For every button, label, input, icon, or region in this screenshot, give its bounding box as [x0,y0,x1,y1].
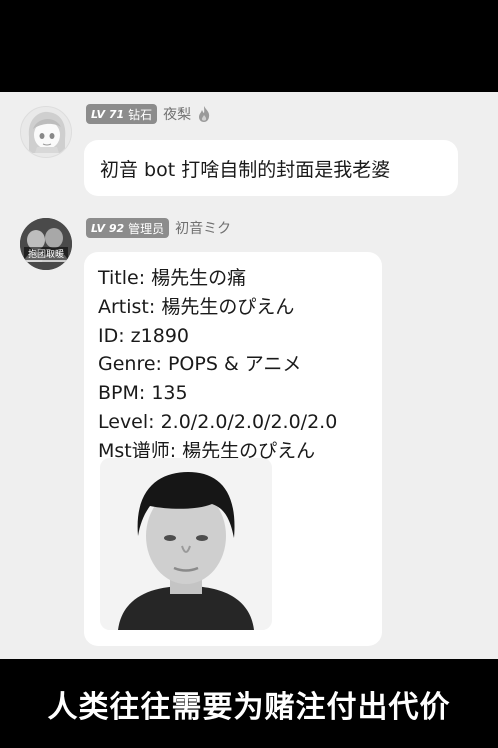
avatar-label: 抱团取暖 [24,247,68,260]
song-id-line: ID: z1890 [98,324,190,347]
sender-avatar[interactable]: 抱团取暖 [20,218,72,270]
song-title-line: Title: 楊先生の痛 [98,267,247,289]
role-text: 钻石 [128,107,153,122]
message-bubble[interactable]: 初音 bot 打啥自制的封面是我老婆 [84,140,458,196]
level-badge: LV 92 管理员 [86,218,170,238]
level-text: LV 71 [91,107,125,121]
song-bpm-line: BPM: 135 [98,382,188,405]
sender-avatar[interactable] [20,106,72,158]
sender-nickname[interactable]: 初音ミク [175,218,231,238]
song-artist-line: Artist: 楊先生のぴえん [98,295,295,318]
level-text: LV 92 [91,221,125,235]
group-photo-avatar-icon [20,218,72,270]
top-black-bar [0,0,498,92]
message-text: 初音 bot 打啥自制的封面是我老婆 [100,158,391,181]
portrait-photo-icon [100,458,272,630]
role-text: 管理员 [128,221,165,236]
song-cover-image[interactable] [100,458,272,630]
flame-icon [199,106,210,122]
song-level-line: Level: 2.0/2.0/2.0/2.0/2.0 [98,410,338,433]
caption-text: 人类往往需要为赌注付出代价 [47,689,451,725]
anime-avatar-icon [28,111,66,153]
message-meta: LV 71 钻石 夜梨 [86,104,211,124]
caption-bar: 人类往往需要为赌注付出代价 [0,659,498,748]
level-badge: LV 71 钻石 [86,104,158,124]
sender-nickname[interactable]: 夜梨 [163,104,191,124]
message-meta: LV 92 管理员 初音ミク [86,218,231,238]
song-genre-line: Genre: POPS & アニメ [98,353,302,376]
